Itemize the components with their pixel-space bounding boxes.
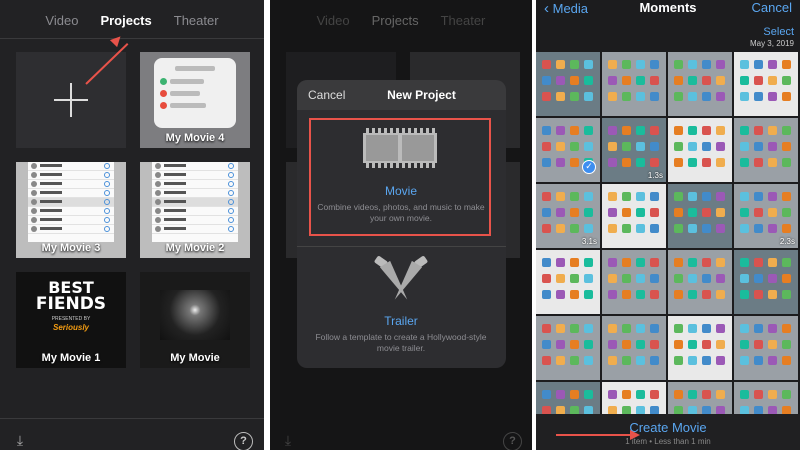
moments-screen: ‹ Media Moments Cancel Select May 3, 201… — [536, 0, 800, 450]
poster-subtitle: PRESENTED BY — [51, 316, 91, 322]
trailer-option-text: Trailer Follow a template to create a Ho… — [309, 314, 493, 354]
video-duration: 3.1s — [581, 237, 597, 246]
projects-screen: Video Projects Theater My Movie 4 My Mov… — [0, 0, 264, 450]
tabs-divider — [0, 38, 264, 39]
photo-thumbnail[interactable] — [536, 52, 600, 116]
create-movie-button[interactable]: Create Movie — [536, 420, 800, 435]
photo-thumbnail[interactable] — [536, 316, 600, 380]
project-tile-my-movie[interactable]: My Movie — [140, 272, 250, 368]
project-tile-my-movie-2[interactable]: My Movie 2 — [140, 162, 250, 258]
contacts-thumbnail — [28, 162, 114, 242]
photo-thumbnail[interactable] — [668, 316, 732, 380]
tab-theater: Theater — [440, 12, 486, 28]
project-tile-my-movie-1[interactable]: BEST FIENDS PRESENTED BY Seriously My Mo… — [16, 272, 126, 368]
tab-projects: Projects — [371, 12, 419, 28]
photo-thumbnail[interactable]: 3.1s — [536, 184, 600, 248]
select-button[interactable]: Select — [763, 26, 794, 38]
movie-option-text: Movie Combine videos, photos, and music … — [309, 184, 493, 224]
project-title: My Movie 4 — [165, 132, 225, 144]
photo-thumbnail[interactable] — [734, 316, 798, 380]
concert-image — [160, 290, 230, 340]
modal-header: Cancel New Project — [297, 80, 506, 110]
video-duration: 2.3s — [779, 237, 795, 246]
selection-summary: 1 item • Less than 1 min — [625, 437, 711, 446]
import-icon[interactable]: ⤓ — [12, 432, 28, 448]
photo-thumbnail[interactable]: 1.3s — [602, 118, 666, 182]
new-project-button[interactable] — [16, 52, 126, 148]
photo-thumbnail[interactable] — [536, 250, 600, 314]
tab-video[interactable]: Video — [45, 13, 78, 28]
project-tile-my-movie-3[interactable]: My Movie 3 — [16, 162, 126, 258]
nav-bar: ‹ Media Moments Cancel — [536, 0, 800, 22]
control-center-thumbnail — [154, 58, 236, 128]
bottom-divider — [0, 418, 264, 419]
create-movie-bar: Create Movie 1 item • Less than 1 min — [536, 414, 800, 450]
top-tabs-dimmed: Video Projects Theater — [270, 0, 532, 40]
trailer-label: Trailer — [384, 314, 418, 328]
annotation-arrow — [556, 434, 632, 436]
movie-description: Combine videos, photos, and music to mak… — [317, 202, 485, 223]
project-title: My Movie — [170, 352, 220, 364]
tab-video: Video — [316, 12, 350, 28]
photo-thumbnail[interactable] — [602, 316, 666, 380]
spotlight-icon — [371, 255, 431, 306]
photo-thumbnail[interactable] — [668, 184, 732, 248]
project-title: My Movie 3 — [41, 242, 101, 254]
poster-brand: Seriously — [52, 323, 89, 332]
modal-title: New Project — [387, 88, 456, 102]
project-title: My Movie 1 — [41, 352, 101, 364]
photo-thumbnail[interactable]: 2.3s — [734, 184, 798, 248]
new-project-modal: Cancel New Project Movie Combine videos,… — [297, 80, 506, 368]
film-strip-icon — [363, 128, 437, 168]
option-divider — [297, 246, 506, 247]
tab-projects[interactable]: Projects — [100, 13, 151, 28]
photo-thumbnail[interactable] — [734, 250, 798, 314]
movie-label: Movie — [384, 184, 417, 198]
top-tabs: Video Projects Theater — [0, 0, 264, 40]
project-title: My Movie 2 — [165, 242, 225, 254]
photo-thumbnail[interactable] — [734, 118, 798, 182]
new-project-screen: Video Projects Theater Cancel New Projec… — [270, 0, 532, 450]
poster-line-2: FIENDS — [35, 294, 107, 314]
tab-theater[interactable]: Theater — [174, 13, 219, 28]
photo-thumbnail[interactable] — [602, 52, 666, 116]
photo-thumbnail[interactable] — [668, 118, 732, 182]
photo-thumbnail[interactable]: ✓ — [536, 118, 600, 182]
plus-icon — [54, 83, 88, 117]
import-icon: ⤓ — [284, 432, 292, 448]
help-button: ? — [503, 432, 522, 450]
moment-date: May 3, 2019 — [749, 39, 794, 48]
photo-thumbnail[interactable] — [668, 250, 732, 314]
trailer-description: Follow a template to create a Hollywood-… — [315, 332, 487, 353]
photo-thumbnail[interactable] — [602, 184, 666, 248]
selected-check-icon: ✓ — [582, 160, 596, 174]
photo-thumbnail[interactable] — [734, 52, 798, 116]
annotation-arrowhead — [630, 430, 640, 440]
help-button[interactable]: ? — [234, 432, 253, 450]
contacts-thumbnail — [152, 162, 238, 242]
video-duration: 1.3s — [647, 171, 663, 180]
photo-thumbnail[interactable] — [602, 250, 666, 314]
photo-grid: ✓ 1.3s 3.1s 2.3s — [536, 52, 800, 446]
cancel-button[interactable]: Cancel — [752, 0, 792, 15]
photo-thumbnail[interactable] — [668, 52, 732, 116]
project-tile-my-movie-4[interactable]: My Movie 4 — [140, 52, 250, 148]
